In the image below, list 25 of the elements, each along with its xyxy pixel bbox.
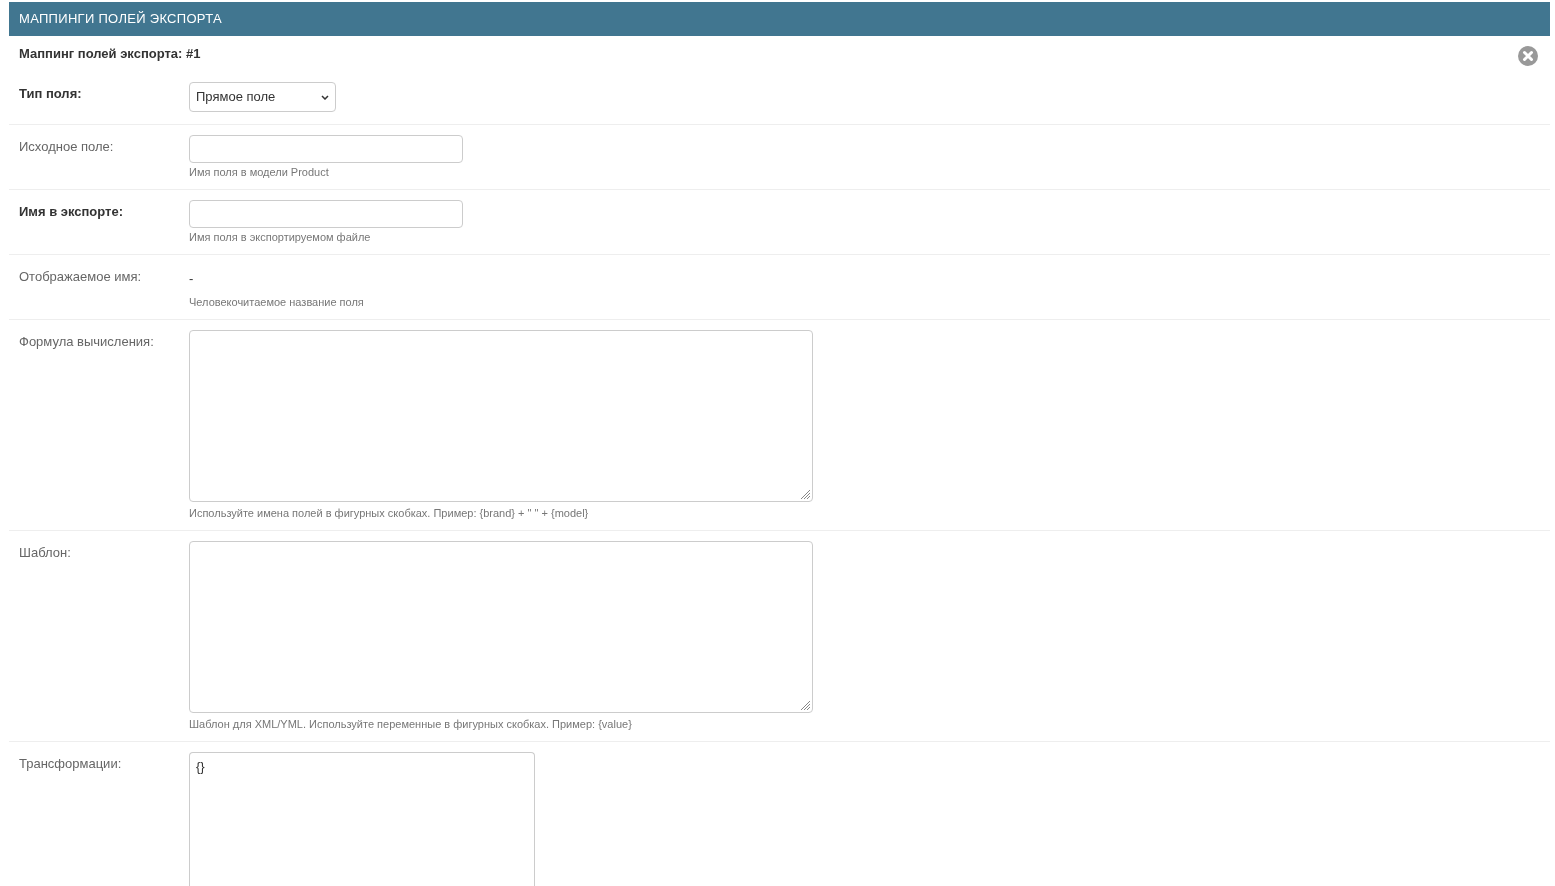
- field-label: Трансформации:: [19, 756, 123, 772]
- field-label: Тип поля:: [19, 86, 83, 102]
- select-field[interactable]: Прямое поле: [189, 82, 336, 112]
- field-label: Отображаемое имя:: [19, 269, 143, 285]
- field-label: Имя в экспорте:: [19, 204, 124, 220]
- field-label: Исходное поле:: [19, 139, 115, 155]
- field-label: Шаблон:: [19, 545, 72, 561]
- help-text: Имя поля в экспортируемом файле: [189, 230, 371, 244]
- chevron-icon: [321, 94, 329, 100]
- text-input-field[interactable]: [189, 200, 463, 228]
- help-text: Используйте имена полей в фигурных скобках. Пример: {brand} + " " + {model}: [189, 506, 589, 520]
- readonly-value: -: [189, 270, 194, 289]
- help-text: Человекочитаемое название поля: [189, 295, 364, 309]
- help-text: Шаблон для XML/YML. Используйте переменные в фигурных скобках. Пример: {value}: [189, 717, 632, 731]
- field-label: Формула вычисления:: [19, 334, 155, 350]
- textarea-field[interactable]: [189, 541, 813, 713]
- resize-grip-icon[interactable]: [801, 490, 810, 499]
- inline-title: Маппинг полей экспорта: #1: [19, 45, 201, 64]
- textarea-field[interactable]: [189, 330, 813, 502]
- close-icon[interactable]: [1518, 46, 1538, 66]
- textarea-field[interactable]: {}: [189, 752, 535, 886]
- text-input-field[interactable]: [189, 135, 463, 163]
- resize-grip-icon[interactable]: [801, 701, 810, 710]
- help-text: Имя поля в модели Product: [189, 165, 329, 179]
- section-title: МАППИНГИ ПОЛЕЙ ЭКСПОРТА: [19, 10, 223, 29]
